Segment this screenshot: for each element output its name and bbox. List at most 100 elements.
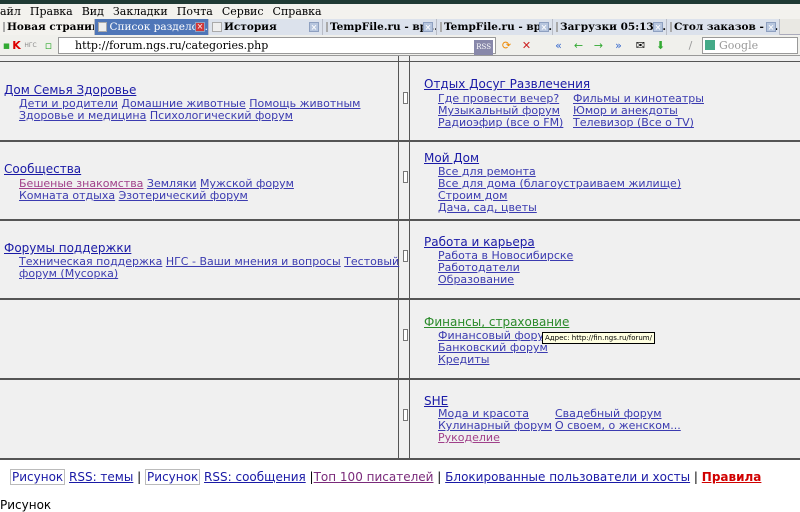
kaspersky-icon[interactable]: K [10, 39, 23, 52]
menu-file[interactable]: айл [0, 4, 21, 19]
close-icon[interactable]: × [653, 22, 663, 32]
link-tooltip: Адрес: http://fin.ngs.ru/forum/ [542, 332, 655, 344]
tab-orders[interactable]: Стол заказов - о... × [667, 19, 780, 35]
subforum-list: Работа в Новосибирске Работодатели Образов… [438, 250, 573, 286]
subforum-list: Свадебный форум О своем, о женском... [555, 408, 681, 432]
tab-bar: Новая страница Список раздело...× Истори… [0, 19, 800, 35]
close-icon[interactable]: × [423, 22, 433, 32]
search-input[interactable]: Google [702, 37, 798, 54]
page-icon [3, 22, 5, 32]
subforum-list: Мода и красота Кулинарный форум Рукоделие [438, 408, 552, 444]
subforum-list: Техническая поддержка НГС - Ваши мнения … [19, 256, 399, 280]
forum-link[interactable]: Психологический форум [150, 109, 293, 122]
category-support[interactable]: Форумы поддержки [4, 241, 131, 255]
ngs-icon[interactable]: НГС [24, 39, 37, 52]
category-she[interactable]: SHE [424, 394, 448, 408]
forum-link[interactable]: Эзотерический форум [119, 189, 248, 202]
menu-view[interactable]: Вид [82, 4, 104, 19]
forum-link[interactable]: Кредиты [438, 353, 489, 366]
category-home-family-health[interactable]: Дом Семья Здоровье [4, 83, 136, 97]
tab-label: Новая страница [7, 20, 94, 33]
separator: | [693, 470, 698, 484]
forum-link[interactable]: Рукоделие [438, 431, 500, 444]
menu-tools[interactable]: Сервис [222, 4, 264, 19]
tab-label: TempFile.ru - вр... [330, 20, 437, 33]
forum-link[interactable]: Образование [438, 273, 514, 286]
tab-label: Стол заказов - о... [674, 20, 780, 33]
search-placeholder: Google [719, 39, 759, 52]
back-icon[interactable]: ← [572, 39, 585, 52]
page-icon [440, 22, 443, 32]
bookmark-icon[interactable]: ▫ [42, 39, 55, 52]
forum-link[interactable]: Комната отдыха [19, 189, 115, 202]
tab-categories[interactable]: Список раздело... × [95, 19, 209, 35]
row-divider [0, 219, 800, 221]
subforum-list: Где провести вечер? Музыкальный форум Ради… [438, 93, 563, 129]
bottom-image: Рисунок [0, 498, 52, 512]
category-communities[interactable]: Сообщества [4, 162, 81, 176]
rss-icon[interactable]: RSS [474, 40, 493, 55]
forum-link[interactable]: О своем, о женском... [555, 419, 681, 432]
rules-link[interactable]: Правила [702, 470, 762, 484]
first-icon[interactable]: « [552, 39, 565, 52]
ngs-icon [98, 22, 108, 32]
tab-history[interactable]: История × [209, 19, 323, 35]
menu-edit[interactable]: Правка [30, 4, 73, 19]
row-divider [0, 378, 800, 380]
subforum-list: Фильмы и кинотеатры Юмор и анекдоты Телеви… [573, 93, 704, 129]
rss-image: Рисунок [145, 469, 201, 485]
rss-topics-link[interactable]: RSS: темы [69, 470, 133, 484]
tab-label: Загрузки 05:13 (... [560, 20, 667, 33]
separator: | [137, 470, 142, 484]
close-icon[interactable]: × [766, 22, 776, 32]
category-finance[interactable]: Финансы, страхование [424, 315, 569, 329]
menu-bookmarks[interactable]: Закладки [113, 4, 168, 19]
menu-mail[interactable]: Почта [177, 4, 213, 19]
category-my-home[interactable]: Мой Дом [424, 151, 479, 165]
stop-icon[interactable]: ✕ [520, 39, 533, 52]
reload-icon[interactable]: ⟳ [500, 39, 513, 52]
tab-downloads[interactable]: Загрузки 05:13 (... × [553, 19, 667, 35]
last-icon[interactable]: » [612, 39, 625, 52]
tab-tempfile-2[interactable]: TempFile.ru - вр... × [437, 19, 553, 35]
forum-link[interactable]: Тестовый [344, 255, 399, 268]
top100-link[interactable]: Топ 100 писателей [314, 470, 434, 484]
subforum-list: Дети и родители Домашние животные Помощь… [19, 98, 360, 122]
close-icon[interactable]: × [309, 22, 319, 32]
forum-link[interactable]: Здоровье и медицина [19, 109, 146, 122]
tab-tempfile-1[interactable]: TempFile.ru - вр... × [323, 19, 437, 35]
menu-help[interactable]: Справка [273, 4, 322, 19]
subforum-list: Финансовый форум Банковский форум Кредиты [438, 330, 552, 366]
pen-icon[interactable]: / [684, 39, 697, 52]
row-divider [0, 61, 800, 62]
tab-new-page[interactable]: Новая страница [0, 19, 95, 35]
forward-icon[interactable]: → [592, 39, 605, 52]
tab-label: История [224, 20, 277, 33]
mail-icon[interactable]: ✉ [634, 39, 647, 52]
row-divider [0, 298, 800, 300]
category-image [403, 250, 408, 262]
blocked-users-link[interactable]: Блокированные пользователи и хосты [445, 470, 690, 484]
row-divider [0, 458, 800, 460]
page-icon [326, 22, 328, 32]
close-icon[interactable]: × [195, 22, 205, 32]
forum-link[interactable]: форум (Мусорка) [19, 267, 118, 280]
address-bar[interactable]: http://forum.ngs.ru/categories.php RSS [58, 37, 496, 55]
forum-link[interactable]: Дача, сад, цветы [438, 201, 537, 214]
category-leisure[interactable]: Отдых Досуг Развлечения [424, 77, 590, 91]
subforum-list: Бешеные знакомства Земляки Мужской форум… [19, 178, 294, 202]
navigation-toolbar: ▪ K НГС ▫ http://forum.ngs.ru/categories… [0, 35, 800, 56]
menu-bar: айл Правка Вид Закладки Почта Сервис Спр… [0, 4, 800, 19]
forum-link[interactable]: Телевизор (Все о TV) [573, 116, 694, 129]
history-icon [212, 22, 222, 32]
category-image [403, 409, 408, 421]
rss-messages-link[interactable]: RSS: сообщения [204, 470, 306, 484]
category-work-career[interactable]: Работа и карьера [424, 235, 535, 249]
forum-link[interactable]: НГС - Ваши мнения и вопросы [166, 255, 341, 268]
save-icon[interactable]: ⬇ [654, 39, 667, 52]
subforum-list: Все для ремонта Все для дома (благоустраи… [438, 166, 681, 214]
category-image [403, 171, 408, 183]
row-divider [0, 140, 800, 142]
close-icon[interactable]: × [539, 22, 549, 32]
forum-link[interactable]: Радиоэфир (все о FM) [438, 116, 563, 129]
